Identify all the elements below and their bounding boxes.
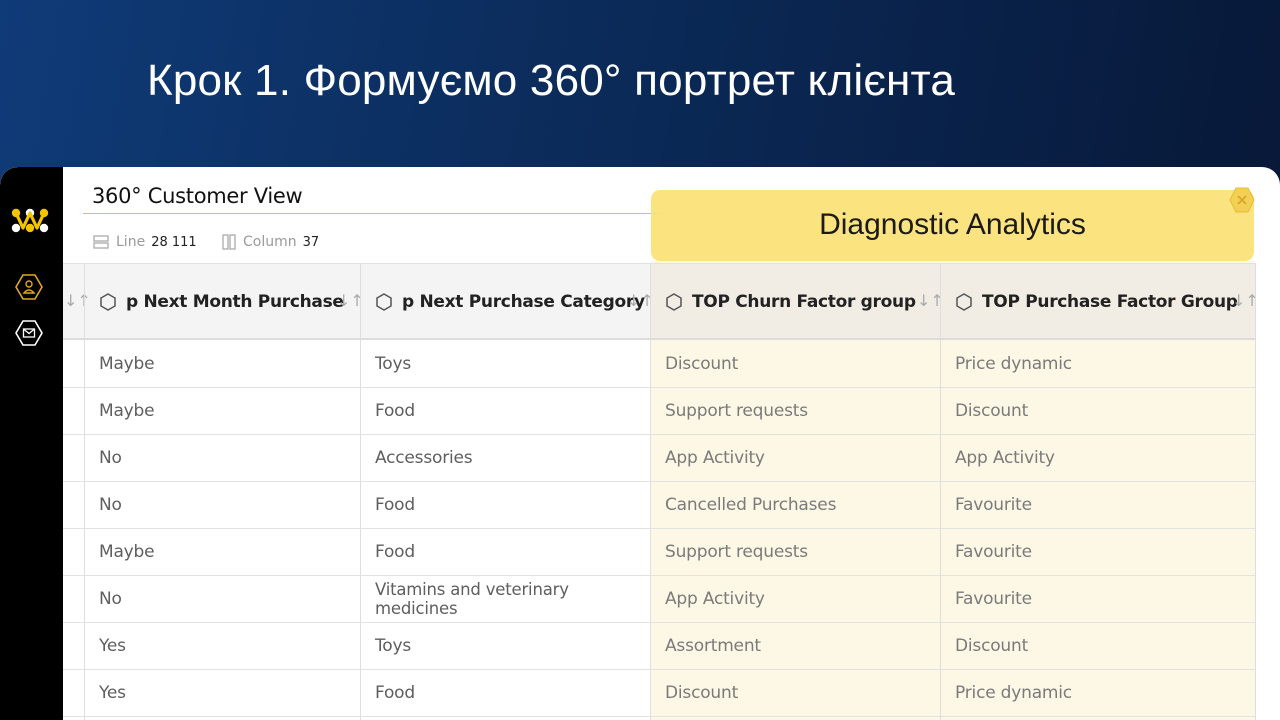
table-cell[interactable]: Food	[375, 482, 415, 528]
line-count-value: 28 111	[151, 234, 197, 250]
table-cell[interactable]: Price dynamic	[955, 670, 1072, 716]
line-label: Line	[116, 234, 146, 250]
column-header[interactable]: p Next Month Purchase	[99, 263, 344, 340]
column-header-label: p Next Purchase Category	[402, 291, 645, 312]
table-cell[interactable]: No	[99, 435, 122, 481]
row-divider	[63, 481, 1255, 482]
table-cell[interactable]: Toys	[375, 623, 411, 669]
close-icon[interactable]	[1229, 187, 1255, 213]
hexagon-icon	[956, 292, 972, 311]
table-cell[interactable]: App Activity	[955, 435, 1055, 481]
table-cell[interactable]: Discount	[955, 388, 1028, 434]
row-divider	[63, 669, 1255, 670]
mail-icon[interactable]	[15, 320, 43, 346]
table-cell[interactable]: Accessories	[375, 435, 473, 481]
row-divider	[63, 622, 1255, 623]
column-count: Column 37	[222, 234, 319, 250]
table-cell[interactable]: Maybe	[99, 388, 155, 434]
diagnostic-analytics-callout: Diagnostic Analytics	[651, 190, 1254, 261]
table-cell[interactable]: Favourite	[955, 482, 1032, 528]
row-divider	[63, 434, 1255, 435]
table-cell[interactable]: Yes	[99, 623, 126, 669]
table-cell[interactable]: Favourite	[955, 576, 1032, 622]
column-header-label: p Next Month Purchase	[126, 291, 344, 312]
table-cell[interactable]: Support requests	[665, 388, 808, 434]
table-cell[interactable]: Yes	[99, 670, 126, 716]
row-divider	[63, 387, 1255, 388]
column-divider	[84, 263, 85, 720]
table-cell[interactable]: Vitamins and veterinary medicines	[375, 576, 625, 622]
column-divider	[940, 263, 941, 720]
column-divider	[650, 263, 651, 720]
line-count: Line 28 111	[93, 234, 197, 250]
column-header[interactable]: p Next Purchase Category	[375, 263, 645, 340]
column-header[interactable]: TOP Churn Factor group	[665, 263, 916, 340]
table-cell[interactable]: App Activity	[665, 435, 765, 481]
table-cell[interactable]: Assortment	[665, 623, 761, 669]
table-cell[interactable]: App Activity	[665, 576, 765, 622]
view-title: 360° Customer View	[92, 184, 303, 208]
sort-icon[interactable]: ↓↑	[64, 291, 91, 310]
user-icon[interactable]	[15, 274, 43, 300]
table-cell[interactable]: Maybe	[99, 529, 155, 575]
table-cell[interactable]: Food	[375, 529, 415, 575]
sidebar	[0, 167, 63, 720]
row-divider	[63, 575, 1255, 576]
table-cell[interactable]: No	[99, 576, 122, 622]
hexagon-icon	[376, 292, 392, 311]
column-header[interactable]: TOP Purchase Factor Group	[955, 263, 1238, 340]
hexagon-icon	[100, 292, 116, 311]
row-divider	[63, 716, 1255, 717]
rows-icon	[93, 235, 109, 249]
table-cell[interactable]: Cancelled Purchases	[665, 482, 836, 528]
slide-title: Крок 1. Формуємо 360° портрет клієнта	[147, 56, 956, 105]
column-count-value: 37	[302, 234, 320, 250]
table-cell[interactable]: Food	[375, 670, 415, 716]
table-cell[interactable]: Food	[375, 388, 415, 434]
row-divider	[63, 528, 1255, 529]
table-cell[interactable]: Favourite	[955, 529, 1032, 575]
column-header-label: TOP Purchase Factor Group	[982, 291, 1238, 312]
columns-icon	[222, 234, 236, 250]
column-label: Column	[243, 234, 297, 250]
column-divider	[360, 263, 361, 720]
title-underline	[83, 213, 663, 214]
table-cell[interactable]: Support requests	[665, 529, 808, 575]
table-cell[interactable]: Discount	[665, 341, 738, 387]
hexagon-icon	[666, 292, 682, 311]
table-cell[interactable]: No	[99, 482, 122, 528]
callout-text: Diagnostic Analytics	[819, 208, 1086, 241]
table-cell[interactable]: Maybe	[99, 341, 155, 387]
logo-icon[interactable]	[10, 207, 50, 235]
table-cell[interactable]: Toys	[375, 341, 411, 387]
table-cell[interactable]: Discount	[955, 623, 1028, 669]
column-divider	[1255, 263, 1256, 720]
table-cell[interactable]: Price dynamic	[955, 341, 1072, 387]
app-window: 360° Customer View Line 28 111 Column 37…	[0, 167, 1280, 720]
table-cell[interactable]: Discount	[665, 670, 738, 716]
column-header-label: TOP Churn Factor group	[692, 291, 916, 312]
